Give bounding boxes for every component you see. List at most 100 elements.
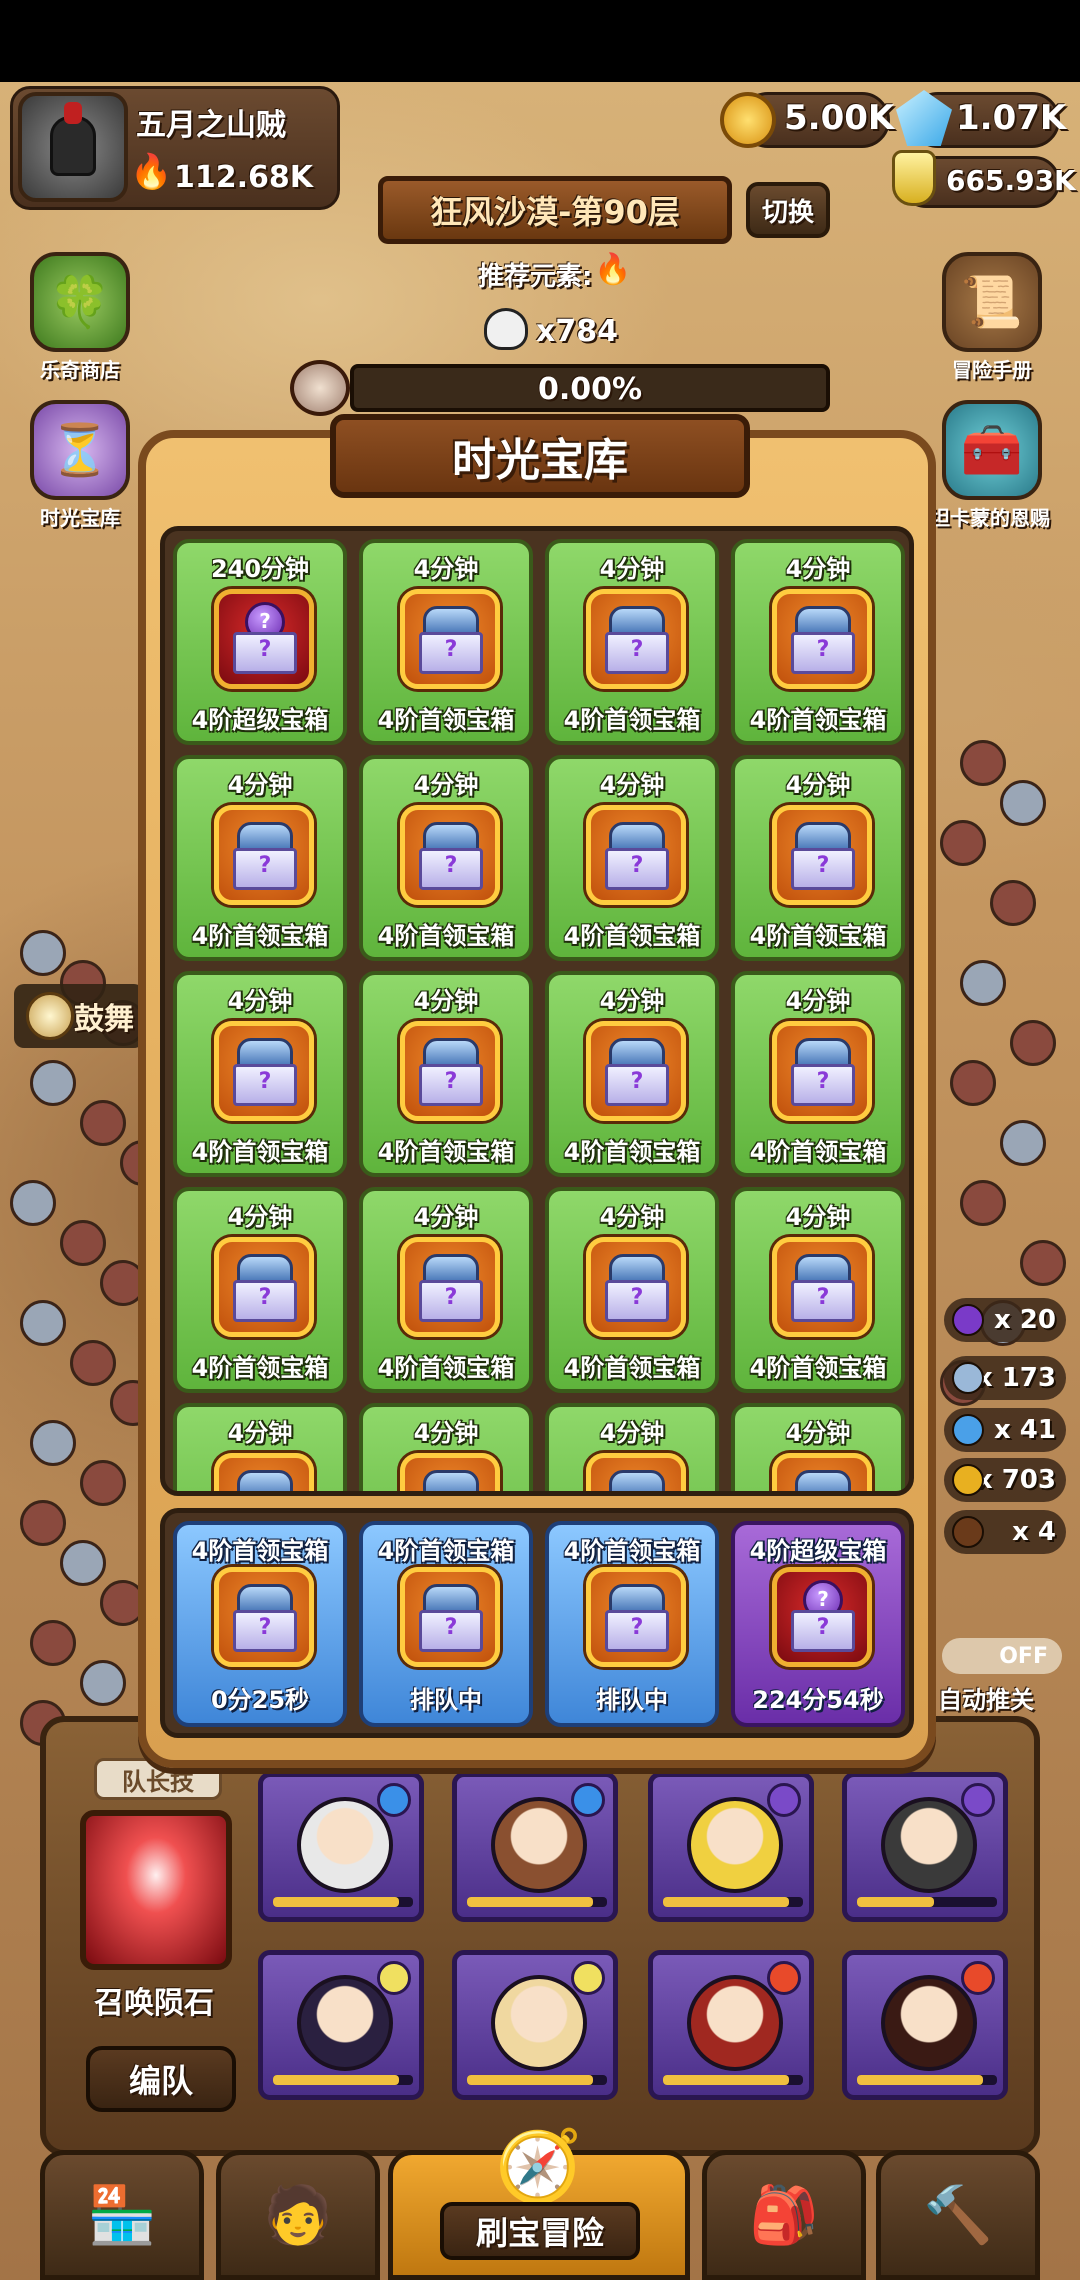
- vault-chest-card[interactable]: 4分钟 4阶首领宝箱: [173, 971, 347, 1177]
- chest-grid[interactable]: 240分钟4阶超级宝箱 4分钟 4阶首领宝箱 4分钟 4阶首领宝箱 4分钟 4阶首领宝箱 4分…: [160, 526, 914, 1496]
- adventure-manual-button[interactable]: 📜: [942, 252, 1042, 352]
- hero-energy-bar: [273, 1897, 413, 1907]
- queued-chest-card[interactable]: 4阶首领宝箱排队中: [359, 1521, 533, 1727]
- hero-slot[interactable]: [842, 1772, 1008, 1922]
- tutankhamun-gift-button[interactable]: 🧰: [942, 400, 1042, 500]
- chest-body: [233, 848, 297, 890]
- chest-timer: 4分钟: [599, 771, 665, 799]
- vault-chest-card[interactable]: 4分钟 4阶首领宝箱: [359, 971, 533, 1177]
- vault-chest-card[interactable]: 4分钟: [359, 1403, 533, 1491]
- potion-value: 665.93K: [946, 164, 1076, 197]
- vault-chest-card[interactable]: 4分钟 4阶首领宝箱: [731, 539, 905, 745]
- chest-body: [605, 1280, 669, 1322]
- enemy-unit: [10, 1180, 56, 1226]
- enemy-unit: [20, 1500, 66, 1546]
- hero-slot[interactable]: [258, 1950, 424, 2100]
- vault-chest-card[interactable]: 4分钟 4阶首领宝箱: [545, 971, 719, 1177]
- time-vault-button[interactable]: ⏳: [30, 400, 130, 500]
- chest-body: [419, 1610, 483, 1652]
- chest-body: [419, 632, 483, 674]
- enemy-unit: [1010, 1020, 1056, 1066]
- hero-slot[interactable]: [842, 1950, 1008, 2100]
- vault-chest-card[interactable]: 4分钟 4阶首领宝箱: [359, 1187, 533, 1393]
- hero-slot[interactable]: [258, 1772, 424, 1922]
- hero-energy-fill: [273, 1897, 399, 1907]
- queued-chest-card[interactable]: 4阶超级宝箱 224分54秒: [731, 1521, 905, 1727]
- chest-name: 4阶首领宝箱: [377, 706, 515, 734]
- avatar[interactable]: [18, 92, 128, 202]
- boss-chest-icon: [772, 1453, 872, 1491]
- vault-chest-card[interactable]: 4分钟 4阶首领宝箱: [545, 1187, 719, 1393]
- hero-energy-fill: [663, 2075, 789, 2085]
- enemy-unit: [70, 1340, 116, 1386]
- hero-portrait: [491, 1797, 587, 1893]
- boss-chest-icon: [586, 1453, 686, 1491]
- enemy-unit: [1000, 1120, 1046, 1166]
- super-chest-icon: [772, 1567, 872, 1667]
- chest-body: [419, 848, 483, 890]
- nav-backpack[interactable]: 🎒: [702, 2150, 866, 2280]
- queue-status: 排队中: [410, 1686, 482, 1714]
- chest-timer: 4分钟: [599, 1419, 665, 1447]
- switch-stage-button[interactable]: 切换: [746, 182, 830, 238]
- chest-name: 4阶首领宝箱: [563, 922, 701, 950]
- vault-chest-card[interactable]: 4分钟 4阶首领宝箱: [545, 755, 719, 961]
- chest-name: 4阶首领宝箱: [563, 1138, 701, 1166]
- boss-chest-icon: [214, 1453, 314, 1491]
- vault-chest-card[interactable]: 4分钟 4阶首领宝箱: [173, 1187, 347, 1393]
- vault-chest-card[interactable]: 4分钟 4阶首领宝箱: [359, 755, 533, 961]
- chest-name: 4阶首领宝箱: [191, 1354, 329, 1382]
- chest-queue: 4阶首领宝箱0分25秒4阶首领宝箱排队中4阶首领宝箱排队中4阶超级宝箱224分5…: [160, 1508, 914, 1738]
- queued-chest-card[interactable]: 4阶首领宝箱 0分25秒: [173, 1521, 347, 1727]
- vault-chest-card[interactable]: 4分钟 4阶首领宝箱: [545, 539, 719, 745]
- hero-slot[interactable]: [648, 1950, 814, 2100]
- loot-counter: x 173: [944, 1356, 1066, 1400]
- vault-chest-card[interactable]: 4分钟: [731, 1403, 905, 1491]
- hero-portrait: [881, 1797, 977, 1893]
- hero-slot[interactable]: [452, 1950, 618, 2100]
- chest-name: 4阶首领宝箱: [749, 922, 887, 950]
- vault-chest-card[interactable]: 4分钟 4阶首领宝箱: [173, 755, 347, 961]
- vault-chest-card[interactable]: 4分钟 4阶首领宝箱: [731, 1187, 905, 1393]
- meteor-skill-icon[interactable]: [80, 1810, 232, 1970]
- hero-slot[interactable]: [648, 1772, 814, 1922]
- queue-status: 0分25秒: [210, 1686, 310, 1714]
- vault-chest-card[interactable]: 4分钟: [545, 1403, 719, 1491]
- chest-body: [233, 1610, 297, 1652]
- vault-chest-card[interactable]: 4分钟 4阶首领宝箱: [359, 539, 533, 745]
- fire-element-icon: [767, 1961, 801, 1995]
- nav-hero[interactable]: 🧑: [216, 2150, 380, 2280]
- loot-count: x 173: [975, 1363, 1056, 1393]
- vault-chest-card[interactable]: 4分钟 4阶首领宝箱: [731, 971, 905, 1177]
- chest-lid: [423, 1470, 479, 1491]
- nav-shop[interactable]: 🏪: [40, 2150, 204, 2280]
- boss-chest-icon: [772, 1237, 872, 1337]
- chest-body: [791, 1610, 855, 1652]
- fire-element-icon: [961, 1961, 995, 1995]
- auto-push-toggle[interactable]: OFF: [942, 1638, 1062, 1674]
- queued-chest-card[interactable]: 4阶首领宝箱排队中: [545, 1521, 719, 1727]
- chest-timer: 4分钟: [599, 1203, 665, 1231]
- hero-portrait: [687, 1797, 783, 1893]
- loot-counter: x 4: [944, 1510, 1066, 1554]
- backpack-icon: 🎒: [749, 2183, 819, 2248]
- formation-button[interactable]: 编队: [86, 2046, 236, 2112]
- hero-energy-fill: [273, 2075, 399, 2085]
- chest-body: [419, 1280, 483, 1322]
- nav-forge[interactable]: 🔨: [876, 2150, 1040, 2280]
- lucky-shop-button[interactable]: 🍀: [30, 252, 130, 352]
- vault-chest-card[interactable]: 4分钟 4阶首领宝箱: [731, 755, 905, 961]
- loot-counter: x 703: [944, 1458, 1066, 1502]
- queue-status: 224分54秒: [752, 1686, 884, 1714]
- status-bar: [0, 0, 1080, 82]
- chest-timer: 240分钟: [210, 555, 310, 583]
- enemy-unit: [20, 1300, 66, 1346]
- hero-energy-bar: [467, 2075, 607, 2085]
- vault-chest-card[interactable]: 4分钟: [173, 1403, 347, 1491]
- boss-skull-icon: [290, 360, 350, 416]
- hero-slot[interactable]: [452, 1772, 618, 1922]
- vault-chest-card[interactable]: 240分钟 4阶超级宝箱: [173, 539, 347, 745]
- hero-energy-fill: [467, 1897, 593, 1907]
- boss-chest-icon: [586, 1021, 686, 1121]
- boss-chest-icon: [400, 1237, 500, 1337]
